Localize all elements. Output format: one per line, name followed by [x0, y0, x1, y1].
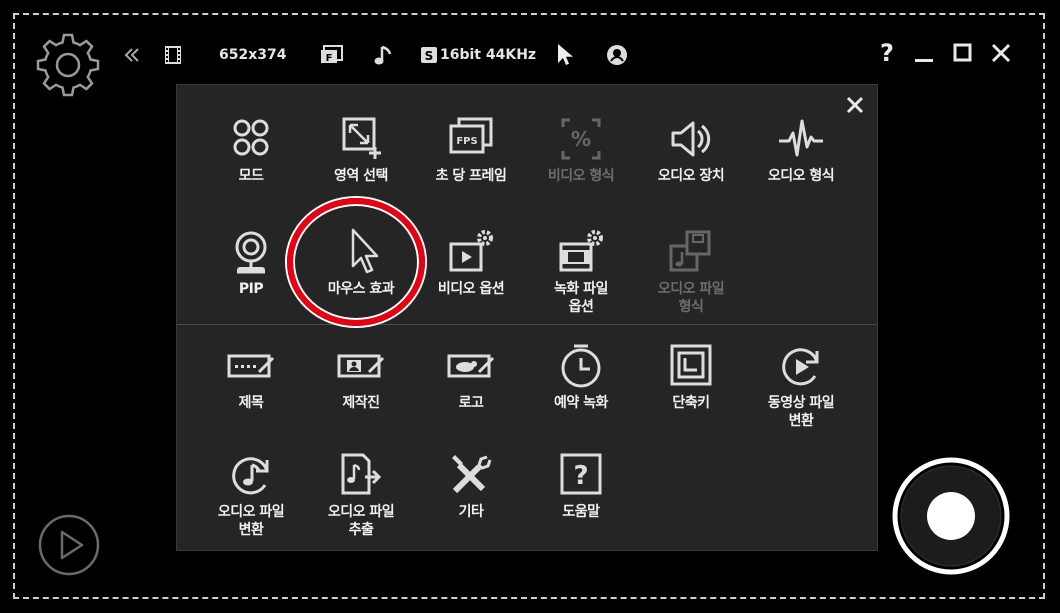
menu-item-video-options[interactable]: 비디오 옵션 [416, 228, 526, 298]
svg-text:S: S [425, 49, 434, 63]
help-icon: ? [560, 453, 602, 495]
logo-icon [447, 354, 495, 378]
menu-item-audio-device[interactable]: 오디오 장치 [636, 115, 746, 185]
mode-icon [233, 119, 269, 156]
video-options-icon [449, 230, 493, 272]
menu-item-logo[interactable]: 로고 [416, 342, 526, 412]
menu-label: 오디오 파일 형식 [657, 281, 725, 315]
menu-item-record-file-options[interactable]: 녹화 파일 옵션 [526, 228, 636, 316]
menu-label: 예약 녹화 [554, 395, 608, 411]
sound-badge-icon: S [421, 47, 437, 63]
menu-item-title[interactable]: 제목 [196, 342, 306, 412]
menu-label: 초 당 프레임 [435, 168, 507, 184]
minimize-button[interactable] [909, 38, 939, 68]
menu-item-region-select[interactable]: 영역 선택 [306, 115, 416, 185]
menu-item-video-format[interactable]: % 비디오 형식 [526, 115, 636, 185]
menu-label: 오디오 형식 [767, 168, 835, 184]
cursor-toggle-icon[interactable] [556, 44, 574, 66]
audio-format-indicator[interactable]: S 16bit 44KHz [420, 44, 536, 66]
resolution-text[interactable]: 652x374 [219, 44, 286, 66]
menu-item-help[interactable]: ? 도움말 [526, 451, 636, 521]
clock-icon [561, 344, 601, 388]
menu-item-fps[interactable]: FPS 초 당 프레임 [416, 115, 526, 185]
menu-label: 도움말 [562, 504, 600, 520]
extract-audio-icon [341, 453, 382, 495]
menu-label: 동영상 파일 변환 [767, 395, 835, 429]
audio-format-text: 16bit 44KHz [440, 47, 537, 63]
fps-icon[interactable]: F [320, 44, 344, 66]
menu-label: 단축키 [672, 395, 710, 411]
menu-item-mode[interactable]: 모드 [196, 115, 306, 185]
menu-item-scheduled-recording[interactable]: 예약 녹화 [526, 342, 636, 412]
menu-label: 제작진 [342, 395, 380, 411]
film-options-icon [559, 230, 603, 272]
menu-item-etc[interactable]: 기타 [416, 451, 526, 521]
waveform-icon [779, 119, 823, 157]
author-icon [337, 354, 385, 378]
menu-item-hotkeys[interactable]: 단축키 [636, 342, 746, 412]
menu-label: 오디오 파일 추출 [327, 504, 395, 538]
hotkey-icon [670, 344, 712, 386]
menu-label: 영역 선택 [334, 168, 388, 184]
menu-label: 기타 [458, 504, 484, 520]
settings-menu-panel: 모드 영역 선택 FPS 초 당 프레임 % 비디오 형식 오디오 장치 오디오… [176, 84, 878, 551]
record-button[interactable] [891, 456, 1011, 576]
svg-text:%: % [571, 127, 591, 151]
menu-label: 비디오 옵션 [437, 281, 505, 297]
menu-label: 제목 [238, 395, 264, 411]
menu-label: 모드 [238, 168, 264, 184]
highlight-circle [287, 198, 425, 326]
close-icon [991, 43, 1011, 63]
menu-label: 녹화 파일 옵션 [554, 281, 608, 315]
webcam-icon [235, 231, 267, 274]
close-button[interactable] [986, 38, 1016, 68]
panel-close-icon[interactable] [843, 93, 867, 117]
menu-item-audio-format[interactable]: 오디오 형식 [746, 115, 856, 185]
menu-item-audio-file-format[interactable]: 오디오 파일 형식 [636, 228, 746, 316]
play-button[interactable] [38, 514, 100, 576]
fps-icon: FPS [449, 117, 493, 154]
maximize-button[interactable] [948, 38, 978, 68]
settings-gear-icon[interactable] [34, 31, 102, 99]
title-icon [227, 354, 275, 378]
menu-label: 오디오 장치 [657, 168, 725, 184]
section-divider [177, 324, 877, 325]
audio-file-icon [669, 230, 711, 272]
convert-audio-icon [232, 457, 269, 495]
tools-icon [452, 455, 492, 494]
menu-item-audio-convert[interactable]: 오디오 파일 변환 [196, 451, 306, 539]
help-button[interactable]: ? [872, 38, 902, 68]
region-select-icon [342, 117, 381, 159]
svg-text:?: ? [573, 461, 588, 491]
menu-label: PIP [238, 281, 264, 297]
music-note-icon[interactable] [374, 44, 394, 66]
speaker-icon [671, 121, 711, 157]
menu-label: 비디오 형식 [547, 168, 615, 184]
minimize-icon [915, 59, 933, 62]
menu-label: 로고 [458, 395, 484, 411]
svg-text:FPS: FPS [456, 136, 477, 147]
convert-video-icon [782, 348, 819, 386]
webcam-toggle-icon[interactable] [606, 44, 628, 66]
percent-icon: % [561, 118, 601, 160]
collapse-chevron-icon[interactable] [122, 44, 142, 66]
film-icon [164, 44, 182, 66]
maximize-icon [953, 43, 972, 62]
menu-item-video-convert[interactable]: 동영상 파일 변환 [746, 342, 856, 430]
menu-item-author[interactable]: 제작진 [306, 342, 416, 412]
svg-text:F: F [326, 53, 333, 64]
menu-item-audio-extract[interactable]: 오디오 파일 추출 [306, 451, 416, 539]
menu-label: 오디오 파일 변환 [217, 504, 285, 538]
